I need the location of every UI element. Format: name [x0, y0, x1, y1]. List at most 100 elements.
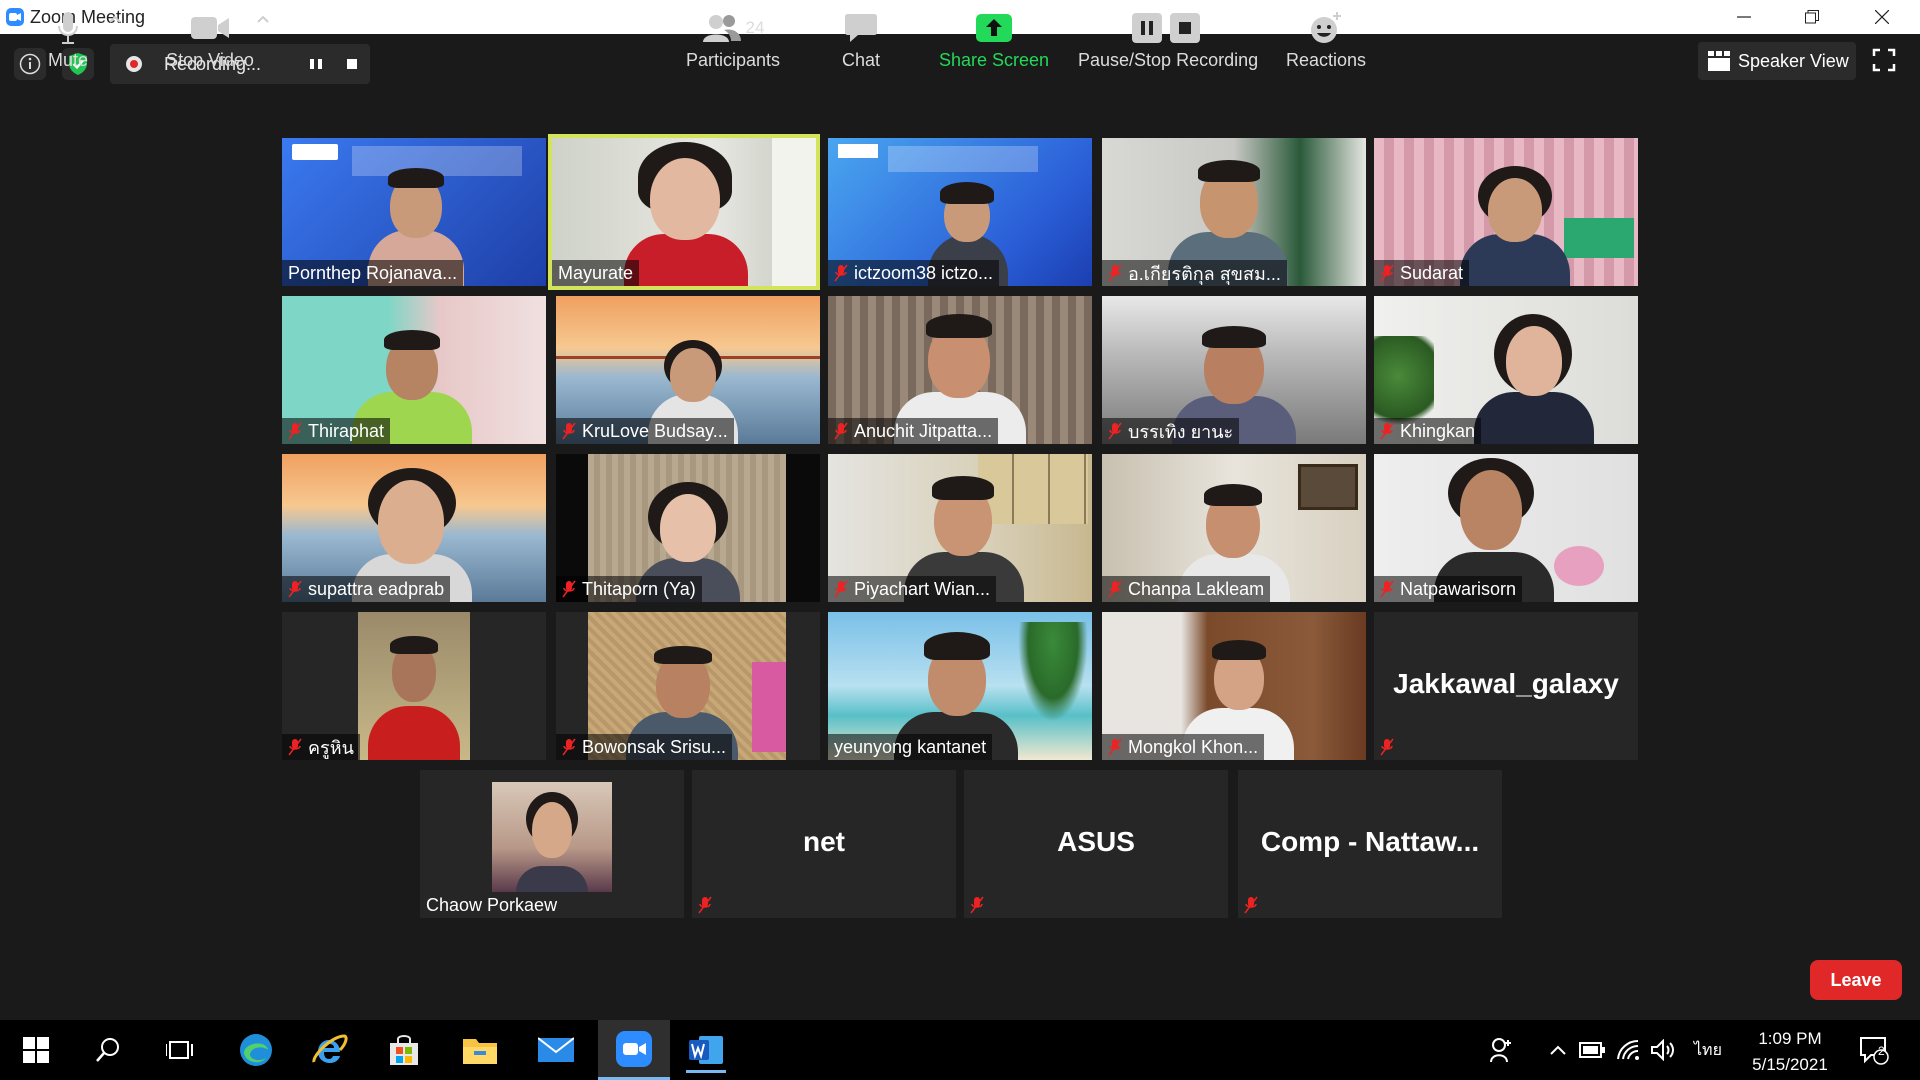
word-taskbar-button[interactable]	[686, 1030, 726, 1073]
person-hair	[940, 182, 994, 204]
stop-video-button[interactable]: Stop Video	[160, 8, 260, 71]
participant-tile-video-off[interactable]: net	[692, 770, 956, 918]
leave-meeting-button[interactable]: Leave	[1810, 960, 1902, 1000]
picture-frame	[1298, 464, 1358, 510]
restore-button[interactable]	[1782, 0, 1842, 34]
person-hair	[1202, 326, 1266, 348]
participant-tile[interactable]: Anuchit Jitpatta...	[828, 296, 1092, 444]
mic-muted-icon	[834, 264, 848, 282]
people-button[interactable]	[1482, 1030, 1522, 1070]
participant-tile[interactable]: Khingkan	[1374, 296, 1638, 444]
chevron-up-icon	[1550, 1045, 1566, 1055]
edge-browser-button[interactable]	[236, 1030, 276, 1070]
stop-recording-button[interactable]	[342, 54, 362, 74]
search-button[interactable]	[88, 1030, 128, 1070]
participant-name: ictzoom38 ictzo...	[828, 260, 1000, 286]
mail-icon	[538, 1037, 574, 1062]
participant-tile[interactable]: Chanpa Lakleam	[1102, 454, 1366, 602]
close-window-button[interactable]	[1852, 0, 1912, 34]
system-clock[interactable]: 1:09 PM 5/15/2021	[1740, 1026, 1840, 1078]
file-explorer-button[interactable]	[460, 1030, 500, 1070]
internet-explorer-button[interactable]	[310, 1030, 350, 1070]
action-center-button[interactable]: 2	[1854, 1030, 1894, 1070]
participant-display-name: net	[803, 826, 845, 857]
mic-muted-icon	[562, 422, 576, 440]
start-button[interactable]	[16, 1030, 56, 1070]
mic-muted-icon	[288, 580, 302, 598]
participant-tile[interactable]: Bowonsak Srisu...	[556, 612, 820, 760]
speaker-view-button[interactable]: Speaker View	[1698, 42, 1856, 80]
mic-muted-icon	[1108, 738, 1122, 756]
mic-muted-icon	[1380, 422, 1394, 440]
participant-name: Bowonsak Srisu...	[556, 734, 733, 760]
participant-tile[interactable]: Mongkol Khon...	[1102, 612, 1366, 760]
minimize-button[interactable]	[1714, 0, 1774, 34]
video-options-button[interactable]	[256, 14, 272, 24]
participant-tile[interactable]: Thitaporn (Ya)	[556, 454, 820, 602]
mic-muted-icon	[288, 422, 302, 440]
participant-display-name: Comp - Nattaw...	[1260, 826, 1480, 857]
pause-recording-button[interactable]	[306, 54, 326, 74]
chevron-up-icon	[257, 15, 269, 23]
banner-logo	[838, 144, 878, 158]
participant-tile-video-off[interactable]: Jakkawal_galaxy	[1374, 612, 1638, 760]
participant-tile[interactable]: Natpawarisorn	[1374, 454, 1638, 602]
pause-stop-recording-button[interactable]: Pause/Stop Recording	[1078, 8, 1258, 71]
participant-display-name: Jakkawal_galaxy	[1393, 668, 1619, 699]
microsoft-store-button[interactable]	[384, 1030, 424, 1070]
participant-tile[interactable]: ครูหิน	[282, 612, 546, 760]
window-frame	[772, 138, 816, 286]
person-hair	[1204, 484, 1262, 506]
participant-tile[interactable]: อ.เกียรติกุล สุขสม...	[1102, 138, 1366, 286]
battery-indicator[interactable]	[1572, 1030, 1612, 1070]
close-icon	[1875, 10, 1889, 24]
mic-muted-icon	[834, 580, 848, 598]
chat-button[interactable]: Chat	[836, 8, 886, 71]
participant-tile[interactable]: yeunyong kantanet	[828, 612, 1092, 760]
shelf-object	[752, 662, 786, 752]
participant-tile-video-off[interactable]: Comp - Nattaw...	[1238, 770, 1502, 918]
zoom-taskbar-button[interactable]	[598, 1020, 670, 1080]
shelf-object	[1564, 218, 1634, 258]
participants-button[interactable]: 24 Participants	[680, 8, 786, 71]
participant-tile[interactable]: Sudarat	[1374, 138, 1638, 286]
participant-tile-video-off[interactable]: ASUS	[964, 770, 1228, 918]
participant-name: Thitaporn (Ya)	[556, 576, 702, 602]
mic-muted-icon	[1108, 264, 1122, 282]
participant-tile[interactable]: Chaow Porkaew	[420, 770, 684, 918]
mute-label: Mute	[47, 50, 89, 70]
participant-name: ครูหิน	[282, 734, 360, 760]
participant-tile[interactable]: ictzoom38 ictzo...	[828, 138, 1092, 286]
palm-tree	[1018, 622, 1088, 722]
participant-tile[interactable]: บรรเทิง ยานะ	[1102, 296, 1366, 444]
reactions-button[interactable]: Reactions	[1284, 8, 1368, 71]
chat-label: Chat	[841, 50, 881, 70]
audio-options-button[interactable]	[108, 14, 124, 24]
person-hair	[1212, 640, 1266, 660]
participant-name: KruLove Budsay...	[556, 418, 734, 444]
task-view-button[interactable]	[160, 1030, 200, 1070]
volume-button[interactable]	[1644, 1030, 1684, 1070]
banner-logo	[292, 144, 338, 160]
person-face	[1488, 178, 1542, 242]
zoom-logo-icon	[6, 8, 24, 26]
participant-tile[interactable]: Pornthep Rojanava...	[282, 138, 546, 286]
mic-muted-icon	[970, 896, 984, 914]
task-view-icon	[166, 1041, 193, 1059]
mute-button[interactable]: Mute	[40, 8, 96, 71]
participant-tile-active-speaker[interactable]: Mayurate	[548, 134, 820, 290]
person-face	[378, 480, 444, 564]
word-app-icon	[689, 1036, 723, 1064]
participant-tile[interactable]: Thiraphat	[282, 296, 546, 444]
participant-tile[interactable]: Piyachart Wian...	[828, 454, 1092, 602]
share-screen-button[interactable]: Share Screen	[934, 8, 1054, 71]
participant-tile[interactable]: KruLove Budsay...	[556, 296, 820, 444]
participant-tile[interactable]: supattra eadprab	[282, 454, 546, 602]
mic-muted-icon	[1108, 422, 1122, 440]
people-icon	[1490, 1038, 1511, 1063]
reactions-label: Reactions	[1285, 50, 1367, 70]
language-indicator[interactable]: ไทย	[1694, 1020, 1722, 1080]
participant-name: supattra eadprab	[282, 576, 451, 602]
fullscreen-button[interactable]	[1872, 48, 1900, 76]
mail-button[interactable]	[536, 1030, 576, 1070]
